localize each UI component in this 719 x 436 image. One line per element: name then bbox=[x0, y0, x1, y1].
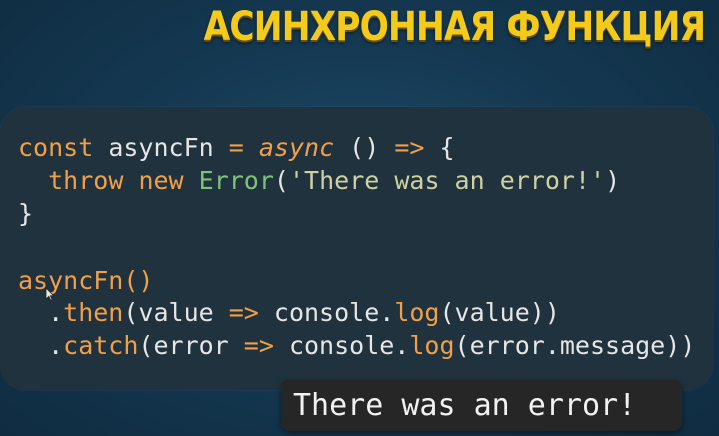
close-brace: } bbox=[18, 199, 34, 228]
log-method: log bbox=[409, 331, 455, 360]
catch-method: catch bbox=[63, 331, 139, 360]
console-output-box: There was an error! bbox=[281, 380, 682, 431]
code-line-1: const asyncFn = async () => { bbox=[18, 133, 455, 163]
function-name: asyncFn bbox=[93, 133, 229, 162]
console-object: console. bbox=[273, 331, 410, 360]
mouse-pointer-icon bbox=[45, 287, 55, 301]
code-editor-panel: const asyncFn = async () => { throw new … bbox=[0, 107, 713, 390]
code-line-3: } bbox=[18, 199, 33, 229]
equals-operator: = bbox=[228, 133, 244, 162]
log-args: (error.message)) bbox=[454, 331, 696, 360]
code-line-4: asyncFn() bbox=[18, 266, 153, 296]
throw-keyword: throw bbox=[48, 166, 124, 195]
open-paren: ( bbox=[273, 166, 289, 195]
new-keyword: new bbox=[138, 166, 184, 195]
close-paren: ) bbox=[605, 166, 621, 195]
then-method: then bbox=[63, 298, 124, 327]
const-keyword: const bbox=[18, 133, 94, 162]
console-object: console. bbox=[258, 298, 395, 327]
open-brace: { bbox=[424, 133, 455, 162]
code-line-6: .catch(error => console.log(error.messag… bbox=[18, 331, 695, 361]
log-args: (value)) bbox=[439, 298, 560, 327]
arrow-operator: => bbox=[394, 133, 425, 162]
arrow-operator: => bbox=[243, 331, 274, 360]
error-string: 'There was an error!' bbox=[288, 166, 606, 195]
params: () bbox=[334, 133, 395, 162]
error-class: Error bbox=[198, 166, 274, 195]
async-keyword: async bbox=[258, 133, 335, 162]
then-args: (value bbox=[123, 298, 229, 327]
slide-title: АСИНХРОННАЯ ФУНКЦИЯ bbox=[203, 4, 705, 50]
function-call: asyncFn() bbox=[18, 266, 154, 295]
code-line-5: .then(value => console.log(value)) bbox=[18, 298, 560, 328]
code-line-2: throw new Error('There was an error!') bbox=[18, 166, 620, 196]
arrow-operator: => bbox=[228, 298, 259, 327]
log-method: log bbox=[394, 298, 440, 327]
dot: . bbox=[18, 298, 64, 327]
dot: . bbox=[18, 331, 64, 360]
console-output-text: There was an error! bbox=[293, 388, 637, 423]
catch-args: (error bbox=[138, 331, 244, 360]
